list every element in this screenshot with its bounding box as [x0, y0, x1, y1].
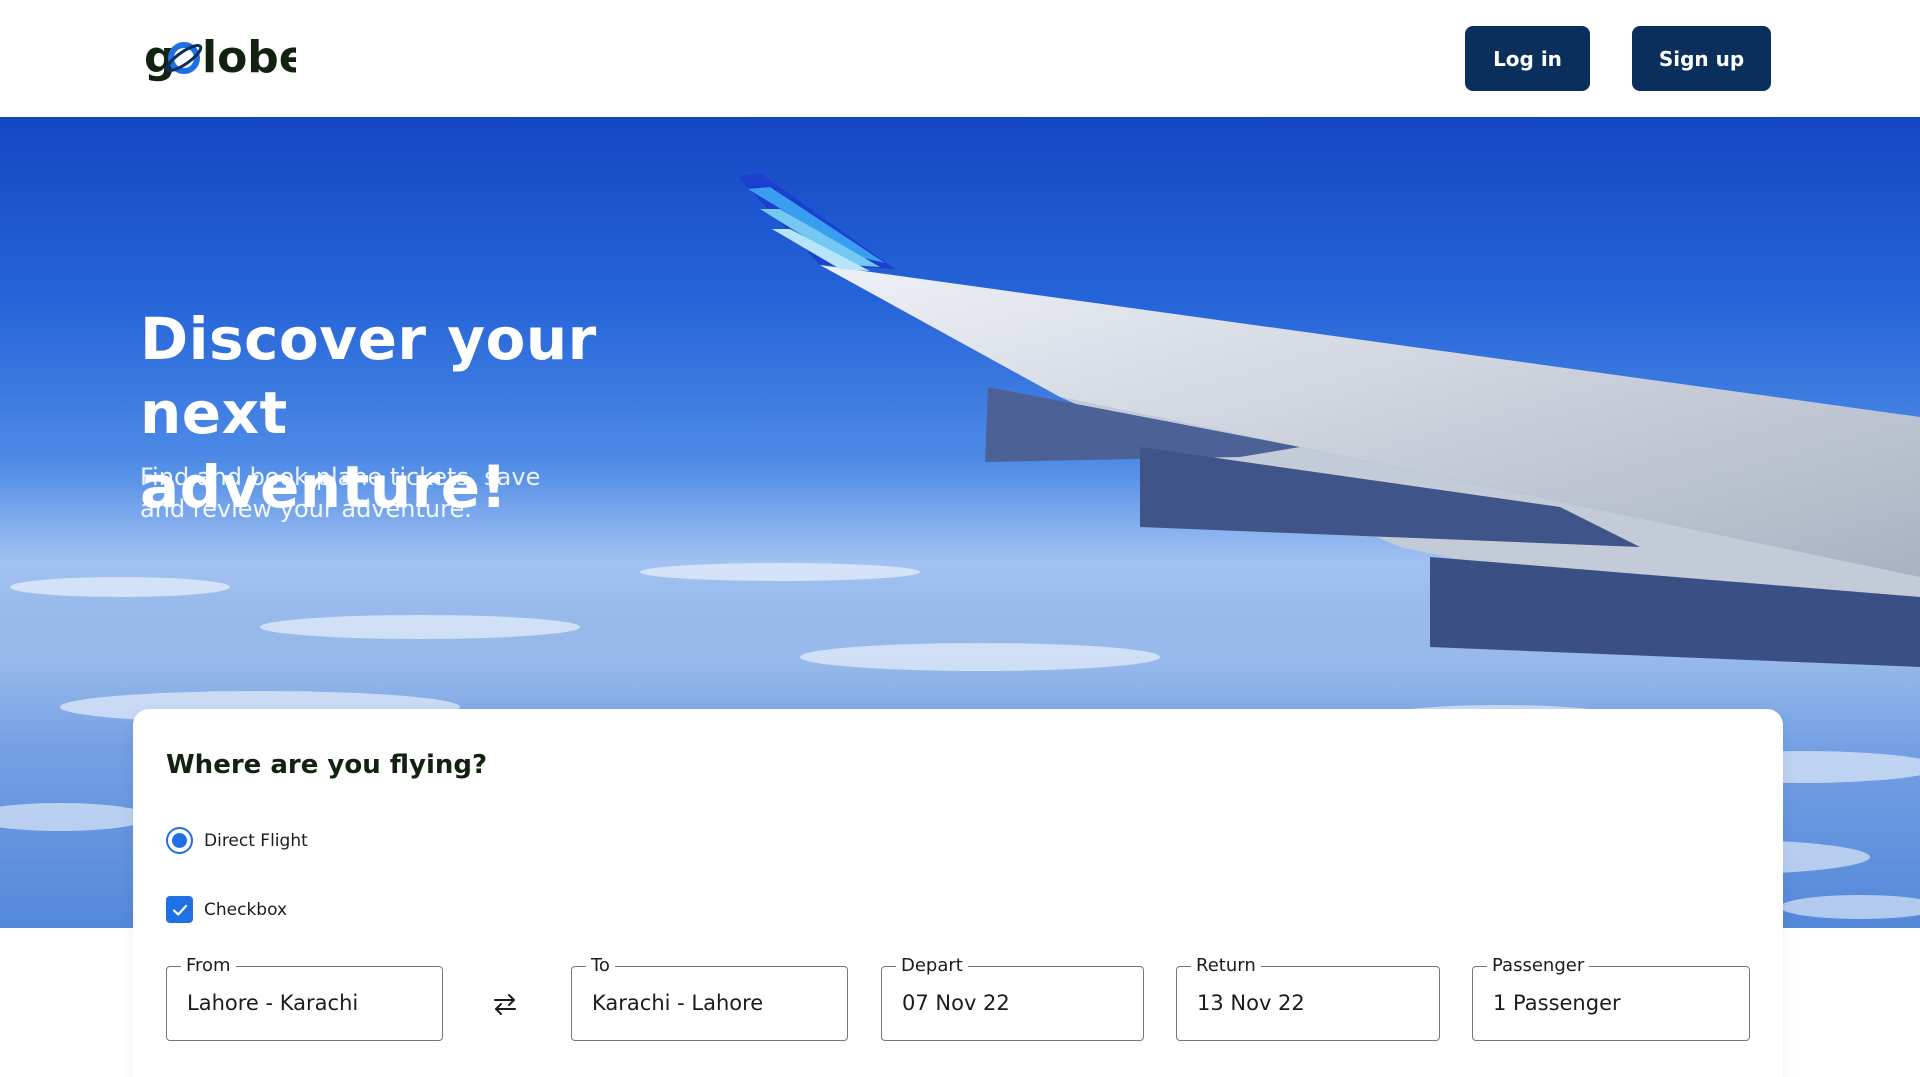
hero-subtitle: Find and book plane tickets, save and re… [140, 461, 620, 525]
swap-arrows-icon[interactable] [490, 989, 520, 1019]
checkbox-label: Checkbox [204, 899, 288, 920]
swap-icon-graphic [494, 994, 516, 1015]
depart-field-label: Depart [896, 954, 968, 978]
signup-button[interactable]: Sign up [1632, 26, 1771, 91]
return-field[interactable]: Return 13 Nov 22 [1176, 954, 1440, 1041]
return-field-label: Return [1191, 954, 1261, 978]
passenger-field[interactable]: Passenger 1 Passenger [1472, 954, 1750, 1041]
from-field[interactable]: From Lahore - Karachi [166, 954, 443, 1041]
checkbox-option[interactable]: Checkbox [166, 896, 287, 923]
to-field-value: Karachi - Lahore [592, 991, 764, 1015]
depart-field[interactable]: Depart 07 Nov 22 [881, 954, 1144, 1041]
checkmark-icon [172, 904, 187, 916]
passenger-field-value: 1 Passenger [1493, 991, 1621, 1015]
direct-flight-radio[interactable]: Direct Flight [166, 827, 308, 854]
svg-text:lobe: lobe [202, 32, 296, 83]
golobe-logo[interactable]: g lobe [144, 30, 296, 86]
passenger-field-label: Passenger [1487, 954, 1590, 978]
search-card-title: Where are you flying? [166, 750, 488, 780]
top-navbar: g lobe Log in Sign up [0, 0, 1920, 117]
logo-mark: g lobe [144, 32, 296, 83]
checkbox-checked-icon[interactable] [166, 896, 193, 923]
direct-flight-label: Direct Flight [204, 830, 308, 851]
to-field-label: To [586, 954, 615, 978]
radio-selected-dot [172, 833, 187, 848]
from-field-label: From [181, 954, 236, 978]
hero-title-line-1: Discover your next [140, 305, 597, 447]
from-field-value: Lahore - Karachi [187, 991, 359, 1015]
radio-icon[interactable] [166, 827, 193, 854]
depart-field-value: 07 Nov 22 [902, 991, 1010, 1015]
login-button[interactable]: Log in [1465, 26, 1590, 91]
return-field-value: 13 Nov 22 [1197, 991, 1305, 1015]
flight-search-card: Where are you flying? Direct Flight Chec… [133, 709, 1783, 1077]
to-field[interactable]: To Karachi - Lahore [571, 954, 848, 1041]
hero-subtitle-line-2: and review your adventure. [140, 495, 472, 523]
hero-subtitle-line-1: Find and book plane tickets, save [140, 463, 541, 491]
